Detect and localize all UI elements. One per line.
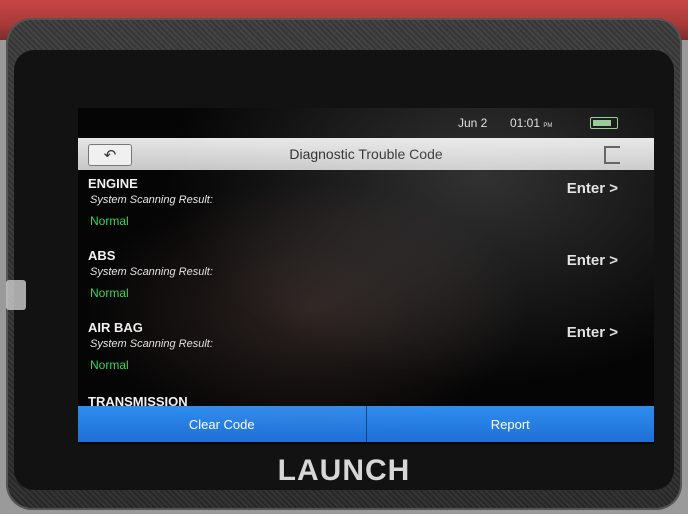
system-name: ABS xyxy=(88,248,116,263)
exit-icon[interactable] xyxy=(604,146,620,164)
enter-button[interactable]: Enter > xyxy=(567,180,618,197)
status-time-value: 01:01 xyxy=(510,116,541,130)
enter-button[interactable]: Enter > xyxy=(567,252,618,269)
scan-label: System Scanning Result: xyxy=(90,194,213,206)
enter-button[interactable]: Enter > xyxy=(567,324,618,341)
scan-result: Normal xyxy=(90,214,129,228)
system-name: AIR BAG xyxy=(88,320,143,335)
scan-label: System Scanning Result: xyxy=(90,338,213,350)
screen: Jun 2 01:01 PM ↶ Diagnostic Trouble Code… xyxy=(78,108,654,444)
status-date: Jun 2 xyxy=(458,116,488,130)
report-button[interactable]: Report xyxy=(365,406,654,442)
system-row-abs[interactable]: ABS System Scanning Result: Normal Enter… xyxy=(88,248,648,316)
clear-code-button[interactable]: Clear Code xyxy=(78,406,366,442)
scan-result: Normal xyxy=(90,286,129,300)
scan-label: System Scanning Result: xyxy=(90,266,213,278)
battery-icon xyxy=(590,117,618,129)
status-time: 01:01 PM xyxy=(510,116,552,130)
status-bar: Jun 2 01:01 PM xyxy=(78,108,654,134)
system-name: ENGINE xyxy=(88,176,138,191)
scan-result: Normal xyxy=(90,358,129,372)
system-row-airbag[interactable]: AIR BAG System Scanning Result: Normal E… xyxy=(88,320,648,388)
status-ampm: PM xyxy=(543,123,553,129)
brand-logo: LAUNCH xyxy=(277,454,411,487)
title-bar: ↶ Diagnostic Trouble Code xyxy=(78,138,654,170)
system-list: ENGINE System Scanning Result: Normal En… xyxy=(78,170,654,410)
bottom-button-bar: Clear Code Report xyxy=(78,406,654,442)
side-clip xyxy=(6,280,26,310)
system-row-engine[interactable]: ENGINE System Scanning Result: Normal En… xyxy=(88,176,648,244)
page-title: Diagnostic Trouble Code xyxy=(289,146,443,162)
